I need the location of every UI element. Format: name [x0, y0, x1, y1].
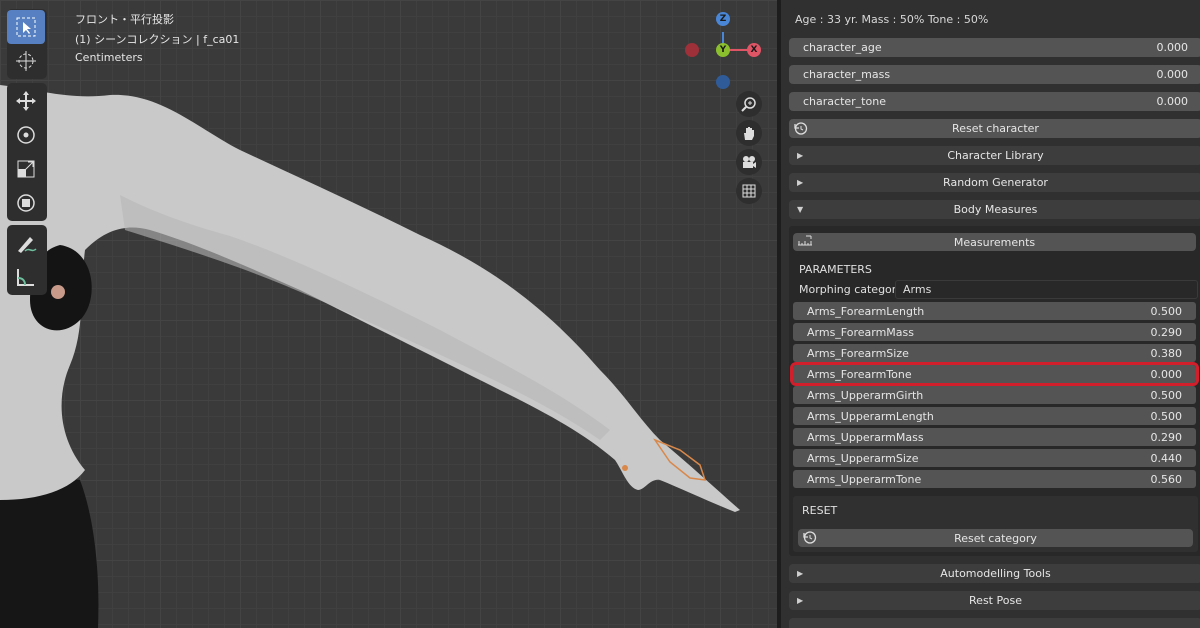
character-summary: Age : 33 yr. Mass : 50% Tone : 50%: [795, 13, 989, 26]
expand-icon: ▶: [797, 596, 804, 605]
morph-category-row: Morphing categor.. Arms: [793, 280, 1198, 299]
expand-icon: ▶: [797, 178, 804, 187]
character-library-header[interactable]: ▶ Character Library: [789, 146, 1200, 165]
reset-character-button[interactable]: Reset character: [789, 119, 1200, 138]
morph-category-label: Morphing categor..: [799, 283, 903, 296]
param-value: 0.000: [1150, 367, 1183, 381]
header-label: Rest Pose: [969, 594, 1022, 607]
param-row[interactable]: Arms_UpperarmGirth 0.500: [793, 386, 1196, 404]
param-row[interactable]: Arms_UpperarmSize 0.440: [793, 449, 1196, 467]
param-value: 0.380: [1150, 346, 1183, 360]
sidebar-panel: Age : 33 yr. Mass : 50% Tone : 50% chara…: [777, 0, 1200, 628]
prop-value: 0.000: [1156, 95, 1189, 108]
param-label: Arms_ForearmMass: [807, 325, 914, 339]
param-row[interactable]: Arms_ForearmMass 0.290: [793, 323, 1196, 341]
header-label: Random Generator: [943, 176, 1048, 189]
measure-icon[interactable]: [7, 260, 45, 294]
collapse-icon: ▼: [797, 205, 804, 214]
param-row[interactable]: Arms_UpperarmLength 0.500: [793, 407, 1196, 425]
units-label: Centimeters: [75, 51, 143, 64]
collection-label: (1) シーンコレクション | f_ca01: [75, 33, 240, 46]
param-row-highlighted[interactable]: Arms_ForearmTone 0.000: [790, 362, 1199, 386]
next-header-partial[interactable]: [789, 618, 1200, 628]
param-row[interactable]: Arms_UpperarmMass 0.290: [793, 428, 1196, 446]
button-label: Reset category: [954, 531, 1037, 545]
param-label: Arms_UpperarmGirth: [807, 388, 924, 402]
prop-label: character_mass: [803, 68, 891, 81]
prop-value: 0.000: [1156, 41, 1189, 54]
param-value: 0.500: [1150, 409, 1183, 423]
param-value: 0.500: [1150, 388, 1183, 402]
reset-section: RESET Reset category: [793, 496, 1198, 552]
param-value: 0.440: [1150, 451, 1183, 465]
scale-icon[interactable]: [7, 152, 45, 186]
grid-icon[interactable]: [736, 178, 762, 204]
prop-value: 0.000: [1156, 68, 1189, 81]
select-box-icon[interactable]: [7, 10, 45, 44]
ruler-icon: [797, 234, 813, 252]
cursor-icon[interactable]: [7, 44, 45, 78]
prop-label: character_tone: [803, 95, 886, 108]
view-label: フロント・平行投影: [75, 13, 174, 26]
param-label: Arms_ForearmTone: [807, 367, 912, 381]
zoom-icon[interactable]: [736, 91, 762, 117]
prop-label: character_age: [803, 41, 882, 54]
hand-icon[interactable]: [736, 120, 762, 146]
neg-z-axis-icon[interactable]: [716, 75, 730, 89]
body-measures-content: Measurements PARAMETERS Morphing categor…: [789, 226, 1200, 556]
param-label: Arms_UpperarmMass: [807, 430, 924, 444]
automodelling-tools-header[interactable]: ▶ Automodelling Tools: [789, 564, 1200, 583]
header-label: Automodelling Tools: [940, 567, 1051, 580]
x-axis-icon[interactable]: X: [747, 43, 761, 57]
morph-category-dropdown[interactable]: Arms: [895, 280, 1198, 299]
param-value: 0.290: [1150, 325, 1183, 339]
param-value: 0.500: [1150, 304, 1183, 318]
character-model: [0, 85, 740, 628]
button-label: Reset character: [952, 122, 1039, 135]
param-label: Arms_UpperarmTone: [807, 472, 922, 486]
character-tone-field[interactable]: character_tone 0.000: [789, 92, 1200, 111]
expand-icon: ▶: [797, 151, 804, 160]
y-axis-icon[interactable]: Y: [716, 43, 730, 57]
random-generator-header[interactable]: ▶ Random Generator: [789, 173, 1200, 192]
rest-pose-header[interactable]: ▶ Rest Pose: [789, 591, 1200, 610]
character-mass-field[interactable]: character_mass 0.000: [789, 65, 1200, 84]
measurements-button[interactable]: Measurements: [793, 233, 1196, 251]
param-label: Arms_UpperarmLength: [807, 409, 934, 423]
header-label: Body Measures: [953, 203, 1038, 216]
reset-heading: RESET: [802, 504, 838, 517]
parameters-heading: PARAMETERS: [799, 263, 872, 276]
character-age-field[interactable]: character_age 0.000: [789, 38, 1200, 57]
param-label: Arms_ForearmLength: [807, 304, 925, 318]
header-label: Character Library: [947, 149, 1044, 162]
neg-x-axis-icon[interactable]: [685, 43, 699, 57]
param-row[interactable]: Arms_ForearmLength 0.500: [793, 302, 1196, 320]
param-label: Arms_UpperarmSize: [807, 451, 919, 465]
reset-category-button[interactable]: Reset category: [798, 529, 1193, 547]
z-axis-icon[interactable]: Z: [716, 12, 730, 26]
camera-icon[interactable]: [736, 149, 762, 175]
param-value: 0.560: [1150, 472, 1183, 486]
transform-icon[interactable]: [7, 186, 45, 220]
expand-icon: ▶: [797, 569, 804, 578]
body-measures-header[interactable]: ▼ Body Measures: [789, 200, 1200, 219]
param-label: Arms_ForearmSize: [807, 346, 909, 360]
button-label: Measurements: [953, 235, 1036, 249]
tool-shelf: [7, 9, 47, 299]
param-row[interactable]: Arms_ForearmSize 0.380: [793, 344, 1196, 362]
reset-icon: [802, 530, 818, 548]
3d-viewport[interactable]: フロント・平行投影 (1) シーンコレクション | f_ca01 Centime…: [0, 0, 777, 628]
param-value: 0.290: [1150, 430, 1183, 444]
reset-icon: [793, 121, 809, 139]
annotate-icon[interactable]: [7, 226, 45, 260]
move-icon[interactable]: [7, 84, 45, 118]
rotate-icon[interactable]: [7, 118, 45, 152]
param-row[interactable]: Arms_UpperarmTone 0.560: [793, 470, 1196, 488]
